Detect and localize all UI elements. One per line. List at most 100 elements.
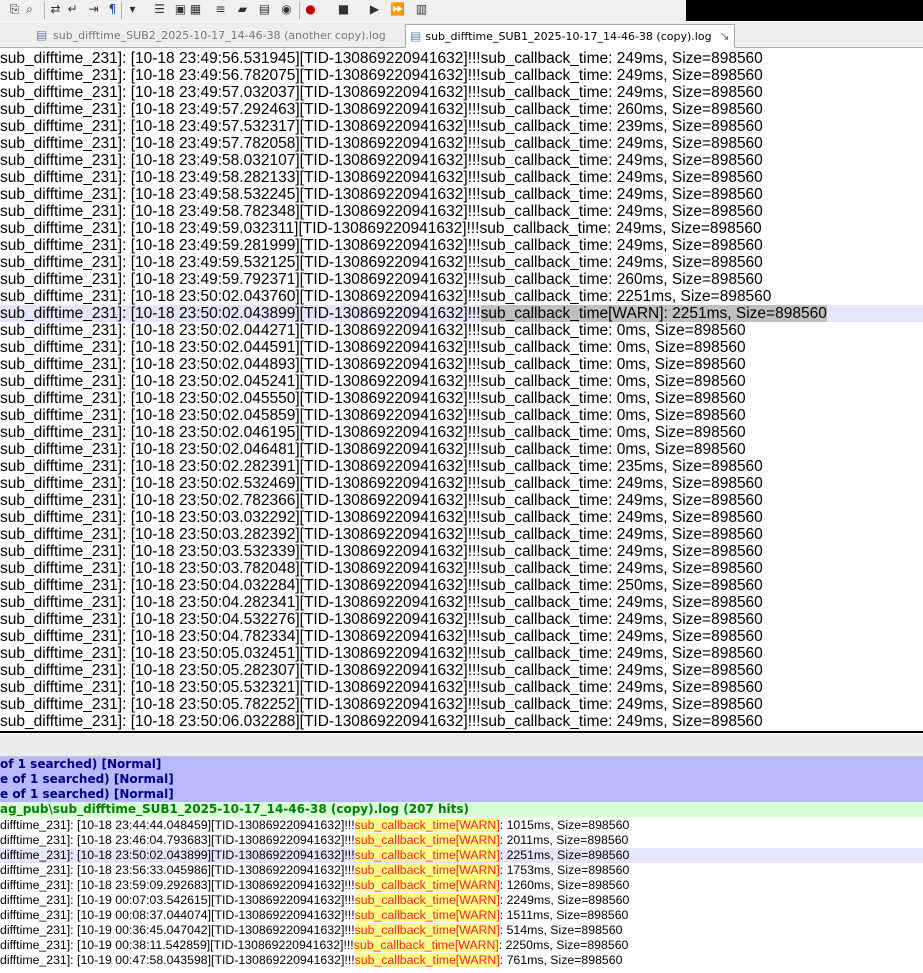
replace-button[interactable]: ⇄ xyxy=(47,1,64,18)
stop-button[interactable]: ■ xyxy=(335,1,352,18)
search-hit-row[interactable]: difftime_231]: [10-18 23:56:33.045986][T… xyxy=(0,863,923,878)
log-line[interactable]: sub_difftime_231]: [10-18 23:49:58.78234… xyxy=(0,203,763,220)
log-marker: !!! xyxy=(467,628,481,645)
panel-splitter[interactable] xyxy=(0,734,923,757)
search-file-line[interactable]: ag_pub\sub_difftime_SUB1_2025-10-17_14-4… xyxy=(0,802,923,817)
log-line[interactable]: sub_difftime_231]: [10-18 23:49:57.53231… xyxy=(0,118,763,135)
log-prefix: sub_difftime_231]: [ xyxy=(0,611,135,628)
search-hit-row[interactable]: difftime_231]: [10-19 00:47:58.043598][T… xyxy=(0,953,923,968)
search-hit-row[interactable]: difftime_231]: [10-18 23:46:04.793683][T… xyxy=(0,833,923,848)
log-line[interactable]: sub_difftime_231]: [10-18 23:50:02.04427… xyxy=(0,322,746,339)
chevron-down-button[interactable]: ▾ xyxy=(124,1,141,18)
wrap-button[interactable]: ↵ xyxy=(64,1,81,18)
log-line[interactable]: sub_difftime_231]: [10-18 23:49:59.03231… xyxy=(0,220,762,237)
search-hit-row[interactable]: difftime_231]: [10-18 23:59:09.292683][T… xyxy=(0,878,923,893)
log-line[interactable]: sub_difftime_231]: [10-18 23:50:02.04524… xyxy=(0,373,746,390)
save-macro-button[interactable]: ▥ xyxy=(413,1,430,18)
log-prefix: sub_difftime_231]: [ xyxy=(0,50,135,67)
log-line[interactable]: sub_difftime_231]: [10-18 23:50:02.04555… xyxy=(0,390,746,407)
log-marker: !!! xyxy=(467,492,481,509)
log-marker: !!! xyxy=(467,237,481,254)
search-header[interactable]: e of 1 searched) [Normal] xyxy=(0,787,923,803)
log-prefix: sub_difftime_231]: [ xyxy=(0,135,135,152)
log-line[interactable]: sub_difftime_231]: [10-18 23:50:02.28239… xyxy=(0,458,763,475)
log-line[interactable]: sub_difftime_231]: [10-18 23:50:05.53232… xyxy=(0,679,763,696)
log-line[interactable]: sub_difftime_231]: [10-18 23:49:58.53224… xyxy=(0,186,763,203)
log-line[interactable]: sub_difftime_231]: [10-18 23:49:59.28199… xyxy=(0,237,763,254)
log-line[interactable]: sub_difftime_231]: [10-18 23:50:04.28234… xyxy=(0,594,763,611)
log-callback-name: sub_callback_time xyxy=(480,152,609,169)
function-list-button[interactable]: ≡ xyxy=(212,1,229,18)
search-header[interactable]: e of 1 searched) [Normal] xyxy=(0,772,923,788)
log-line[interactable]: sub_difftime_231]: [10-18 23:49:56.78207… xyxy=(0,67,763,84)
search-hit-row[interactable]: difftime_231]: [10-18 23:50:02.043899][T… xyxy=(0,848,923,863)
hit-value: : 2249ms, Size=898560 xyxy=(499,893,630,907)
log-line[interactable]: sub_difftime_231]: [10-18 23:49:58.03210… xyxy=(0,152,763,169)
log-line[interactable]: sub_difftime_231]: [10-18 23:50:02.04459… xyxy=(0,339,746,356)
search-hit-row[interactable]: difftime_231]: [10-19 00:08:37.044074][T… xyxy=(0,908,923,923)
search-hit-row[interactable]: difftime_231]: [10-19 00:07:03.542615][T… xyxy=(0,893,923,908)
log-line[interactable]: sub_difftime_231]: [10-18 23:50:03.03229… xyxy=(0,509,763,526)
record-button[interactable]: ● xyxy=(302,1,319,18)
log-prefix: sub_difftime_231]: [ xyxy=(0,407,135,424)
folder-button[interactable]: ▰ xyxy=(234,1,251,18)
eye-button[interactable]: ◉ xyxy=(278,1,295,18)
log-line[interactable]: sub_difftime_231]: [10-18 23:50:02.53246… xyxy=(0,475,763,492)
log-value: : 249ms, Size=898560 xyxy=(608,543,763,560)
log-line[interactable]: sub_difftime_231]: [10-18 23:50:02.04648… xyxy=(0,441,746,458)
log-line[interactable]: sub_difftime_231]: [10-18 23:50:03.28239… xyxy=(0,526,763,543)
search-hit-row[interactable]: difftime_231]: [10-18 23:44:44.048459][T… xyxy=(0,818,923,833)
tab-1[interactable]: ▤ sub_difftime_SUB2_2025-10-17_14-46-38 (… xyxy=(32,24,400,46)
play-button[interactable]: ▶ xyxy=(366,1,383,18)
log-line[interactable]: sub_difftime_231]: [10-18 23:49:58.28213… xyxy=(0,169,763,186)
log-line[interactable]: sub_difftime_231]: [10-18 23:50:06.03228… xyxy=(0,713,763,730)
log-line[interactable]: sub_difftime_231]: [10-18 23:49:57.29246… xyxy=(0,101,763,118)
log-timestamp: 10-18 23:50:05.282307 xyxy=(135,662,296,679)
log-line[interactable]: sub_difftime_231]: [10-18 23:49:57.78205… xyxy=(0,135,763,152)
log-line[interactable]: sub_difftime_231]: [10-18 23:50:02.04619… xyxy=(0,424,746,441)
indent-button[interactable]: ⇥ xyxy=(85,1,102,18)
log-timestamp: 10-18 23:49:59.532125 xyxy=(135,254,296,271)
log-line[interactable]: sub_difftime_231]: [10-18 23:49:59.53212… xyxy=(0,254,763,271)
search-hit-row[interactable]: difftime_231]: [10-19 00:36:45.047042][T… xyxy=(0,923,923,938)
log-marker: !!! xyxy=(467,118,481,135)
editor-pane[interactable]: sub_difftime_231]: [10-18 23:49:56.53194… xyxy=(0,48,923,733)
show-all-chars-button[interactable]: ¶ xyxy=(104,1,121,18)
log-line[interactable]: sub_difftime_231]: [10-18 23:50:02.04585… xyxy=(0,407,746,424)
log-line[interactable]: sub_difftime_231]: [10-18 23:49:57.03203… xyxy=(0,84,763,101)
log-line[interactable]: sub_difftime_231]: [10-18 23:50:03.78204… xyxy=(0,560,763,577)
log-line[interactable]: sub_difftime_231]: [10-18 23:50:02.78236… xyxy=(0,492,763,509)
clipboard-button[interactable]: ▤ xyxy=(256,1,273,18)
log-timestamp: 10-18 23:50:02.044591 xyxy=(135,339,296,356)
log-prefix: sub_difftime_231]: [ xyxy=(0,594,135,611)
indent-guide-button[interactable]: ☰ xyxy=(151,1,168,18)
log-value: : 249ms, Size=898560 xyxy=(608,628,763,645)
log-callback-name: sub_callback_time xyxy=(480,560,609,577)
search-header[interactable]: of 1 searched) [Normal] xyxy=(0,757,923,773)
log-line[interactable]: sub_difftime_231]: [10-18 23:50:04.53227… xyxy=(0,611,763,628)
log-line[interactable]: sub_difftime_231]: [10-18 23:50:02.04376… xyxy=(0,288,771,305)
log-line[interactable]: sub_difftime_231]: [10-18 23:49:59.79237… xyxy=(0,271,763,288)
tab-2[interactable]: ▤ sub_difftime_SUB1_2025-10-17_14-46-38 (… xyxy=(405,24,735,48)
log-line[interactable]: sub_difftime_231]: [10-18 23:50:03.53233… xyxy=(0,543,763,560)
hit-prefix: difftime_231]: [ xyxy=(0,923,81,937)
log-prefix: sub_difftime_231]: [ xyxy=(0,475,135,492)
document-map-button[interactable]: ▦ xyxy=(187,1,204,18)
log-line[interactable]: sub_difftime_231]: [10-18 23:50:05.03245… xyxy=(0,645,763,662)
log-line[interactable]: sub_difftime_231]: [10-18 23:50:02.04489… xyxy=(0,356,746,373)
log-line[interactable]: sub_difftime_231]: [10-18 23:49:56.53194… xyxy=(0,50,763,67)
log-line[interactable]: sub_difftime_231]: [10-18 23:50:05.78225… xyxy=(0,696,763,713)
log-thread-id: ][TID-130869220941632] xyxy=(295,441,468,458)
log-marker: !!! xyxy=(467,322,481,339)
log-line[interactable]: sub_difftime_231]: [10-18 23:50:04.78233… xyxy=(0,628,763,645)
chevron-down-icon: ▾ xyxy=(129,2,136,16)
log-value: : 260ms, Size=898560 xyxy=(608,101,763,118)
monitoring-icon[interactable]: ↘ xyxy=(720,29,730,43)
find-button[interactable]: ⌕ xyxy=(21,1,38,18)
log-thread-id: ][TID-130869220941632] xyxy=(295,594,468,611)
log-line[interactable]: sub_difftime_231]: [10-18 23:50:04.03228… xyxy=(0,577,763,594)
log-line[interactable]: sub_difftime_231]: [10-18 23:50:05.28230… xyxy=(0,662,763,679)
run-multiple-button[interactable]: ⏩ xyxy=(389,1,406,18)
search-hit-row[interactable]: difftime_231]: [10-19 00:38:11.542859][T… xyxy=(0,938,923,953)
log-line[interactable]: sub_difftime_231]: [10-18 23:50:02.04389… xyxy=(0,305,827,322)
